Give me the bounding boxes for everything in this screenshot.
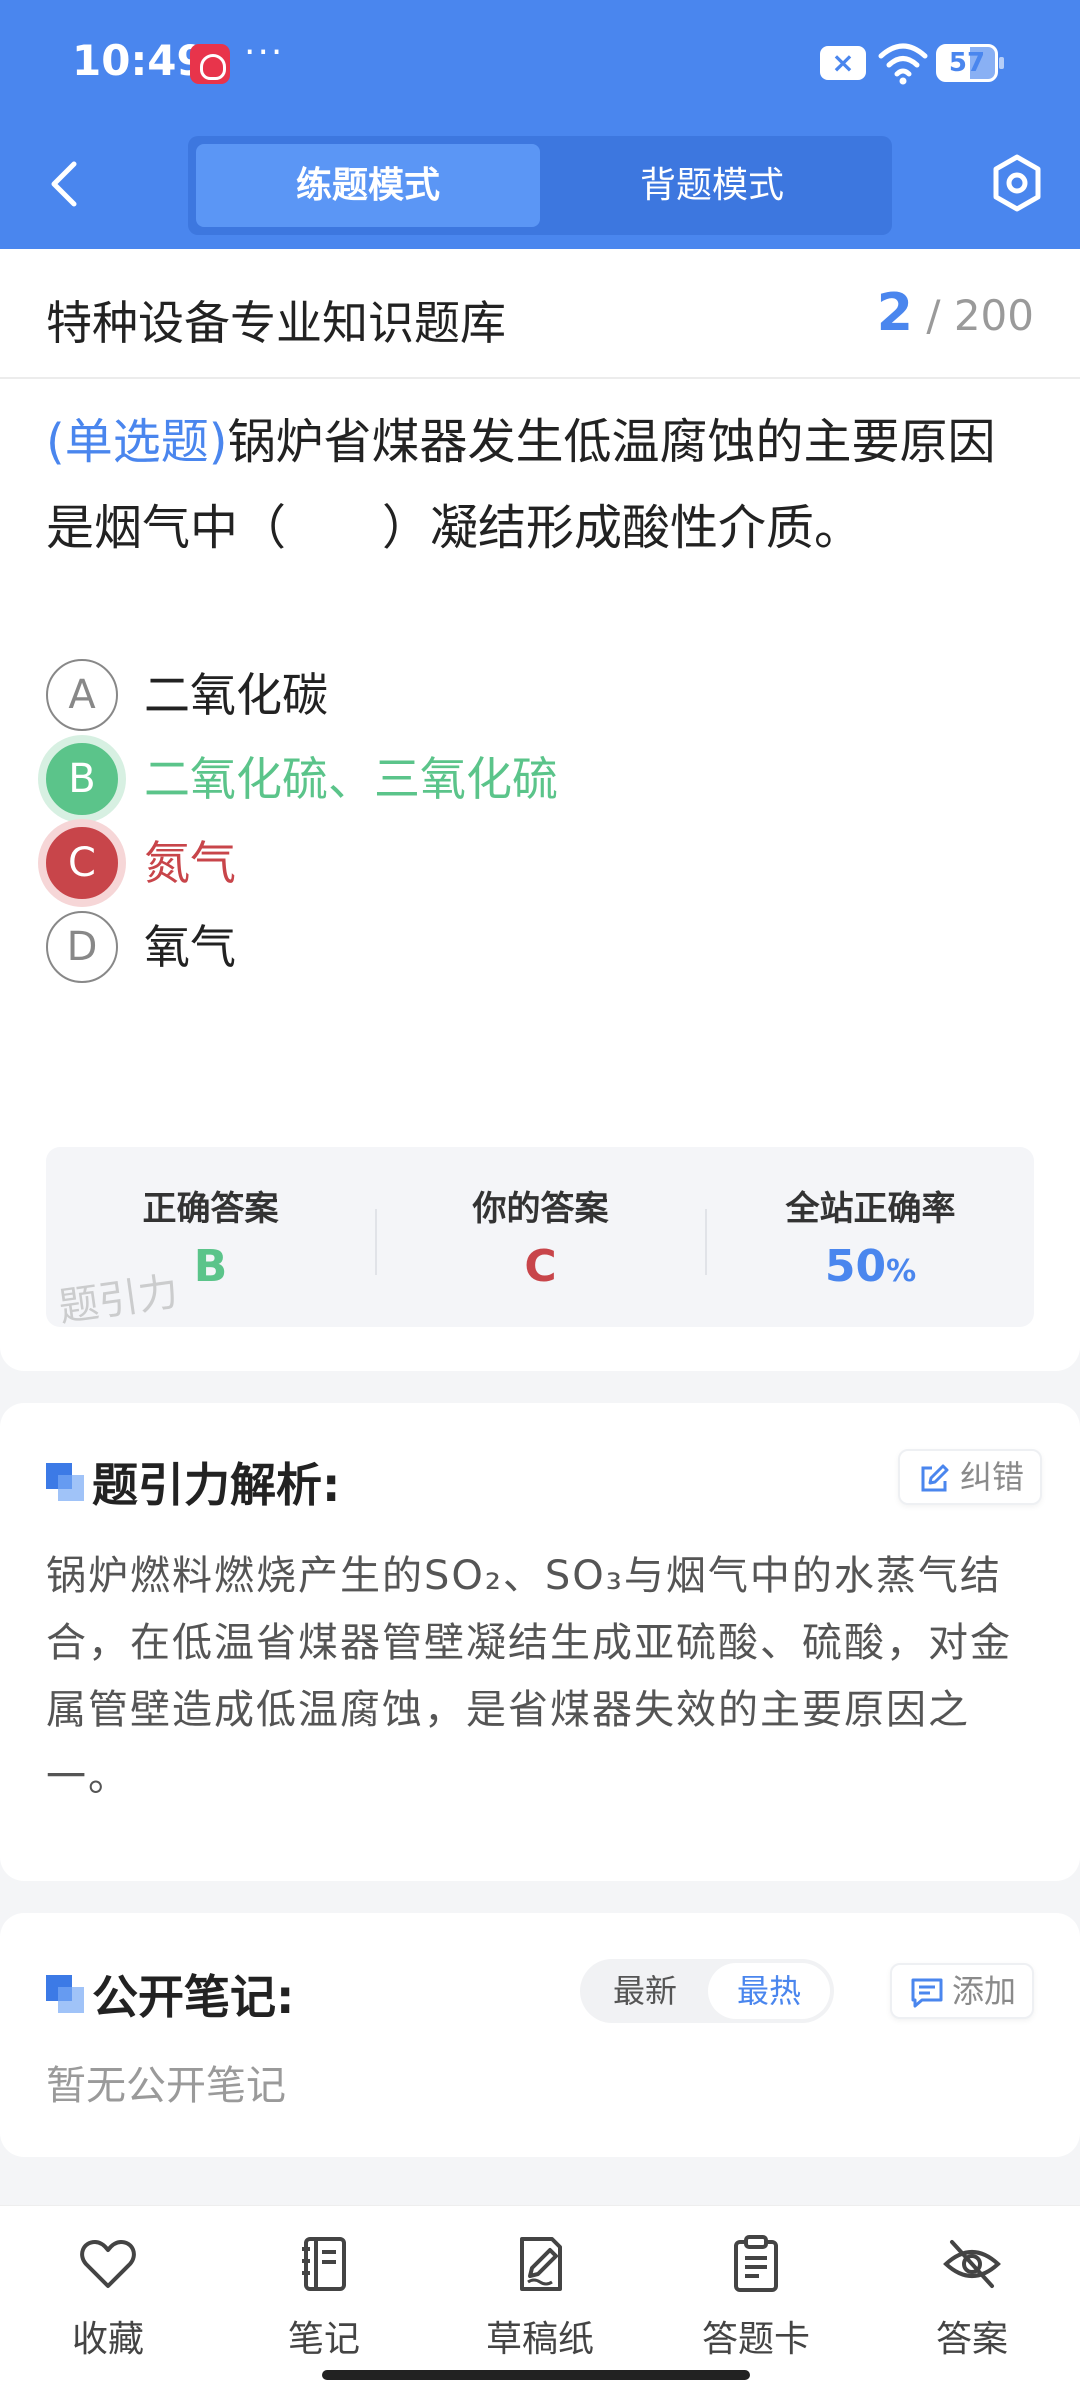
question-bank-title: 特种设备专业知识题库 (46, 296, 506, 350)
battery-level: 57 (948, 48, 986, 78)
notes-sort-toggle: 最新 最热 (580, 1959, 834, 2023)
status-time: 10:49 (72, 36, 206, 85)
nav-favorite[interactable]: 收藏 (8, 2230, 208, 2360)
add-note-label: 添加 (952, 1972, 1017, 2010)
option-a[interactable]: A 二氧化碳 (46, 655, 1036, 735)
tab-memorize-mode[interactable]: 背题模式 (540, 144, 884, 227)
question-progress[interactable]: 2 / 200 (877, 283, 1034, 343)
question-bank-header: 特种设备专业知识题库 2 / 200 (0, 249, 1080, 379)
draft-paper-icon (520, 2237, 562, 2291)
heart-icon (80, 2240, 136, 2288)
option-text: 氮气 (144, 836, 236, 890)
tab-practice-mode[interactable]: 练题模式 (196, 144, 540, 227)
correct-answer-label: 正确答案 (142, 1189, 279, 1229)
eye-off-icon (943, 2240, 1001, 2288)
settings-icon[interactable] (990, 152, 1044, 214)
back-arrow-icon[interactable] (40, 152, 90, 216)
section-icon (46, 1975, 84, 2013)
question-card: 特种设备专业知识题库 2 / 200 (单选题)锅炉省煤器发生低温腐蚀的主要原因… (0, 249, 1080, 1371)
option-b[interactable]: B 二氧化硫、三氧化硫 (46, 739, 1036, 819)
mode-switcher: 练题模式 背题模式 (188, 136, 892, 235)
nav-show-answer[interactable]: 答案 (872, 2230, 1072, 2360)
nav-label: 答案 (935, 2319, 1008, 2360)
option-letter: C (46, 827, 118, 899)
option-letter: B (46, 743, 118, 815)
add-note-button[interactable]: 添加 (890, 1963, 1035, 2019)
question-stem: (单选题)锅炉省煤器发生低温腐蚀的主要原因是烟气中（ ）凝结形成酸性介质。 (46, 399, 1036, 571)
nav-label: 草稿纸 (485, 2319, 594, 2360)
nav-label: 收藏 (71, 2319, 144, 2360)
nav-label: 答题卡 (701, 2319, 810, 2360)
wifi-icon (878, 43, 928, 85)
nav-draft-paper[interactable]: 草稿纸 (440, 2230, 640, 2360)
nav-answer-sheet[interactable]: 答题卡 (656, 2230, 856, 2360)
edit-icon (921, 1464, 949, 1492)
answer-sheet-icon (734, 2235, 778, 2292)
accuracy-value: 50% (706, 1241, 1035, 1292)
comment-icon (911, 1978, 943, 2008)
option-letter: D (46, 911, 118, 983)
notes-empty-text: 暂无公开笔记 (46, 2063, 286, 2109)
more-notifications-icon: ··· (244, 32, 285, 73)
total-question-count: / 200 (926, 291, 1034, 340)
question-type-label: (单选题) (46, 414, 228, 470)
accuracy-number: 50 (824, 1241, 887, 1292)
battery-icon: 57 (936, 44, 1004, 82)
option-text: 二氧化硫、三氧化硫 (144, 752, 558, 806)
option-letter: A (46, 659, 118, 731)
your-answer-value: C (524, 1241, 557, 1292)
accuracy-block: 全站正确率 50% (706, 1147, 1035, 1327)
notebook-icon (302, 2237, 346, 2291)
public-notes-card: 公开笔记: 最新 最热 添加 暂无公开笔记 (0, 1913, 1080, 2157)
option-text: 氧气 (144, 920, 236, 974)
notes-title: 公开笔记: (92, 1970, 295, 2024)
nav-label: 笔记 (287, 2319, 360, 2360)
report-error-label: 纠错 (960, 1458, 1025, 1496)
nav-notes[interactable]: 笔记 (224, 2230, 424, 2360)
report-error-button[interactable]: 纠错 (898, 1449, 1043, 1505)
current-question-number: 2 (876, 283, 913, 343)
option-d[interactable]: D 氧气 (46, 907, 1036, 987)
option-c[interactable]: C 氮气 (46, 823, 1036, 903)
section-icon (46, 1463, 84, 1501)
answer-summary: 正确答案 B 你的答案 C 全站正确率 50% 题引力 (46, 1147, 1035, 1331)
analysis-text: 锅炉燃料燃烧产生的SO₂、SO₃与烟气中的水蒸气结合，在低温省煤器管壁凝结生成亚… (46, 1553, 1012, 1800)
sort-newest[interactable]: 最新 (584, 1963, 706, 2019)
no-sim-icon: × (820, 46, 866, 80)
app-header: 10:49 ··· × 57 练题模式 背题模式 (0, 0, 1080, 249)
your-answer-label: 你的答案 (472, 1189, 609, 1229)
notification-app-icon (190, 44, 230, 84)
status-bar: 10:49 ··· × 57 (0, 0, 1080, 125)
option-text: 二氧化碳 (144, 668, 328, 722)
sort-hottest[interactable]: 最热 (708, 1963, 830, 2019)
analysis-title: 题引力解析: (92, 1458, 341, 1512)
analysis-card: 题引力解析: 纠错 锅炉燃料燃烧产生的SO₂、SO₃与烟气中的水蒸气结合，在低温… (0, 1403, 1080, 1881)
accuracy-label: 全站正确率 (785, 1189, 956, 1229)
home-indicator[interactable] (322, 2370, 750, 2380)
accuracy-unit: % (886, 1254, 917, 1289)
your-answer-block: 你的答案 C (376, 1147, 705, 1327)
